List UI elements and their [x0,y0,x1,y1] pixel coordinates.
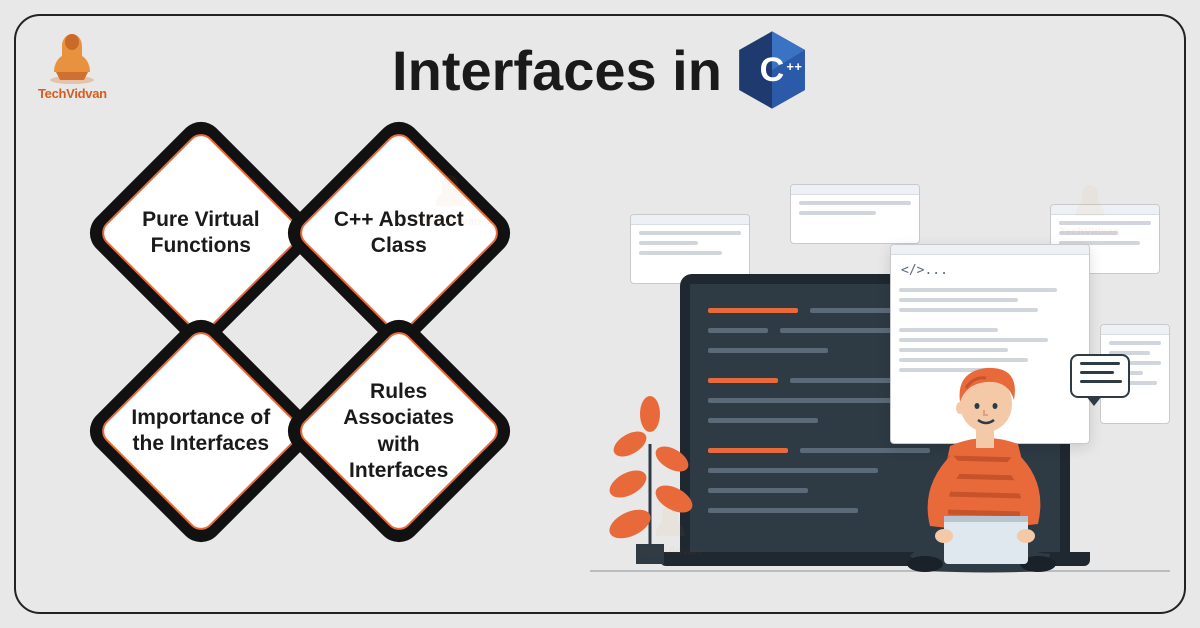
watermark-icon: TechVidvan [640,500,701,558]
cpp-badge-icon: C + + [736,30,808,110]
topic-card-rules: Rules Associates with Interfaces [279,311,519,551]
watermark-icon: TechVidvan [1059,180,1120,238]
card-label: Pure Virtual Functions [129,207,273,260]
topic-card-pure-virtual: Pure Virtual Functions [81,113,321,353]
cpp-plus-1: + [786,60,794,73]
code-tag-text: </>... [891,255,1089,282]
speech-bubble-icon [1070,354,1130,398]
title-text: Interfaces in [392,38,722,103]
person-icon [870,336,1090,576]
watermark-icon: TechVidvan [420,170,481,228]
page-title-wrap: Interfaces in C + + [0,30,1200,110]
page-title: Interfaces in C + + [392,30,808,110]
topic-card-importance: Importance of the Interfaces [81,311,321,551]
topic-card-abstract-class: C++ Abstract Class [279,113,519,353]
card-label: Importance of the Interfaces [129,405,273,458]
card-label: Rules Associates with Interfaces [327,379,471,484]
cpp-plus-2: + [794,60,802,73]
bg-window-icon [790,184,920,244]
